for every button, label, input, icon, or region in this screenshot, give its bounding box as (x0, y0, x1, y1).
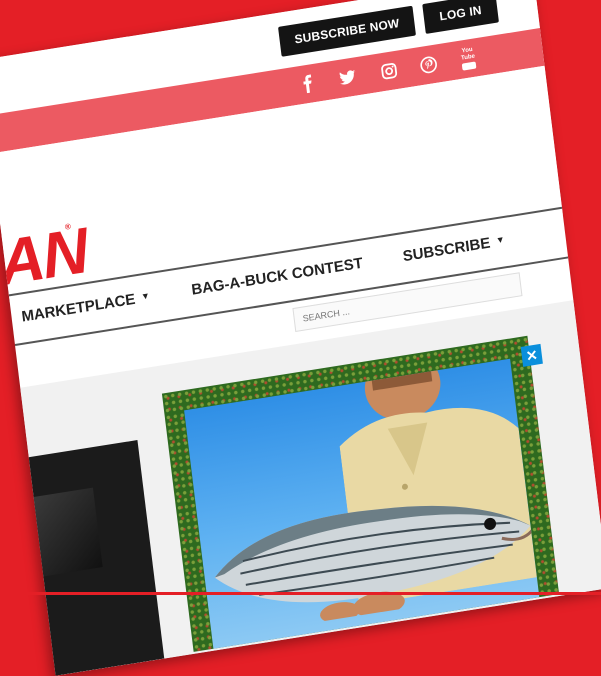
youtube-icon[interactable]: You Tube (456, 46, 480, 71)
pinterest-icon[interactable] (416, 52, 440, 77)
twitter-icon[interactable] (335, 65, 359, 90)
facebook-icon[interactable] (296, 71, 320, 96)
featured-image-thumbnail[interactable] (18, 440, 165, 676)
chevron-down-icon: ▼ (495, 234, 506, 246)
website-screen: SUBSCRIBE NOW LOG IN You Tube AN ® MARKE… (0, 0, 601, 676)
nav-item-marketplace[interactable]: MARKETPLACE ▼ (21, 288, 151, 325)
nav-item-subscribe[interactable]: SUBSCRIBE ▼ (402, 232, 506, 265)
chevron-down-icon: ▼ (140, 290, 151, 302)
instagram-icon[interactable] (377, 58, 401, 83)
advertisement-banner[interactable]: ✕ (161, 335, 560, 652)
log-in-button[interactable]: LOG IN (422, 0, 499, 34)
nav-item-label: SUBSCRIBE (401, 234, 492, 266)
nav-item-label: MARKETPLACE (20, 290, 137, 326)
subscribe-now-button[interactable]: SUBSCRIBE NOW (278, 5, 416, 57)
logo-registered-mark: ® (64, 221, 72, 232)
ad-close-button[interactable]: ✕ (520, 343, 543, 367)
striped-bass-fish (214, 505, 535, 623)
ad-fish-photo (184, 358, 540, 649)
